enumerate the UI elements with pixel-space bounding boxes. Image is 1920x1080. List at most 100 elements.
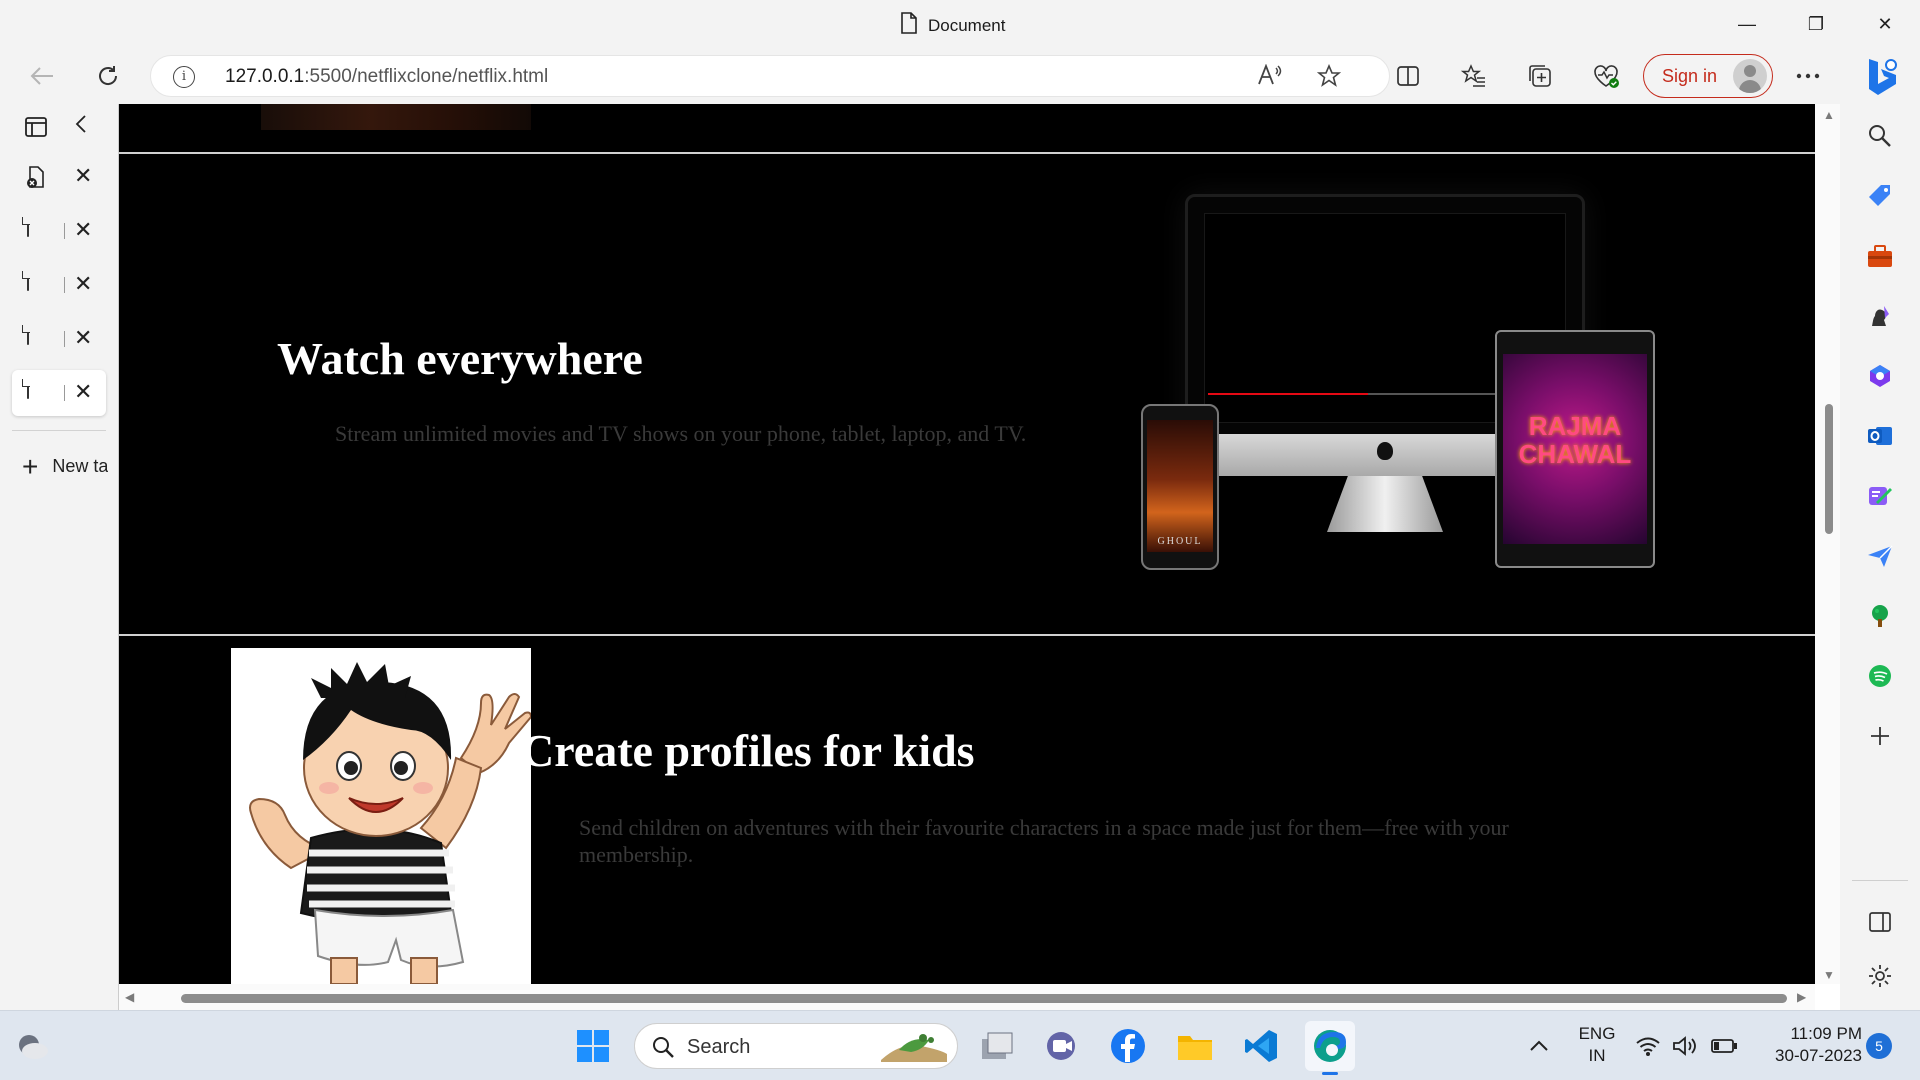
scroll-left-arrow-icon[interactable]: ◀ bbox=[125, 990, 134, 1004]
send-paper-plane-icon[interactable] bbox=[1858, 534, 1902, 578]
tab-actions-icon[interactable] bbox=[24, 115, 48, 139]
url-text[interactable]: 127.0.0.1:5500/netflixclone/netflix.html bbox=[225, 66, 548, 88]
tab-item[interactable]: ✕ bbox=[12, 262, 106, 308]
tab-item-active[interactable]: ✕ bbox=[12, 370, 106, 416]
url-path: :5500/netflixclone/netflix.html bbox=[304, 66, 549, 87]
page-icon bbox=[24, 218, 48, 243]
url-bar[interactable]: i 127.0.0.1:5500/netflixclone/netflix.ht… bbox=[150, 55, 1390, 97]
restore-button[interactable]: ❐ bbox=[1793, 8, 1839, 40]
outlook-icon[interactable] bbox=[1858, 414, 1902, 458]
language-line-2: IN bbox=[1588, 1046, 1606, 1065]
more-options-icon[interactable] bbox=[1790, 58, 1826, 94]
close-tab-icon[interactable]: ✕ bbox=[74, 325, 92, 351]
read-aloud-icon[interactable] bbox=[1257, 63, 1283, 92]
phone-image: GHOUL bbox=[1141, 404, 1219, 570]
browser-essentials-icon[interactable] bbox=[1588, 58, 1624, 94]
start-windows-icon[interactable] bbox=[572, 1025, 614, 1067]
clock[interactable]: 11:09 PM 30-07-2023 bbox=[1752, 1023, 1862, 1067]
section-divider bbox=[119, 634, 1815, 636]
split-screen-icon[interactable] bbox=[1390, 58, 1426, 94]
browser-viewport: Watch everywhere Stream unlimited movies… bbox=[118, 104, 1840, 1010]
file-explorer-icon[interactable] bbox=[1174, 1025, 1216, 1067]
scroll-right-arrow-icon[interactable]: ▶ bbox=[1797, 990, 1806, 1004]
section-text-watch-everywhere: Stream unlimited movies and TV shows on … bbox=[335, 421, 1027, 446]
scroll-down-arrow-icon[interactable]: ▼ bbox=[1823, 968, 1835, 982]
taskbar-search-box[interactable]: Search bbox=[634, 1023, 958, 1069]
sign-in-label: Sign in bbox=[1662, 65, 1718, 86]
bing-copilot-icon[interactable] bbox=[1858, 54, 1904, 100]
progress-fill bbox=[1208, 393, 1368, 395]
settings-gear-icon[interactable] bbox=[1858, 954, 1902, 998]
vertical-scrollbar[interactable]: ▲ ▼ bbox=[1815, 104, 1840, 984]
close-tab-icon[interactable]: ✕ bbox=[74, 271, 92, 297]
show-hidden-icons-chevron-icon[interactable] bbox=[1518, 1025, 1560, 1067]
add-sidebar-app-icon[interactable] bbox=[1858, 714, 1902, 758]
edge-browser-icon[interactable] bbox=[1305, 1021, 1355, 1075]
tab-divider bbox=[12, 430, 106, 431]
vertical-tab-strip: ✕ ✕ ✕ ✕ ✕ + New ta bbox=[0, 104, 118, 1010]
close-tab-icon[interactable]: ✕ bbox=[74, 217, 92, 243]
taskbar-search-label: Search bbox=[687, 1036, 751, 1058]
edge-sidebar bbox=[1840, 104, 1920, 1010]
facebook-icon[interactable] bbox=[1107, 1025, 1149, 1067]
section-title-watch-everywhere: Watch everywhere bbox=[277, 333, 643, 384]
new-tab-label: New ta bbox=[52, 456, 109, 476]
tree-icon[interactable] bbox=[1858, 594, 1902, 638]
tab-actions-row bbox=[12, 104, 106, 150]
language-indicator[interactable]: ENG IN bbox=[1574, 1023, 1620, 1067]
vscode-icon[interactable] bbox=[1240, 1025, 1282, 1067]
tab-item[interactable]: ✕ bbox=[12, 316, 106, 362]
url-host: 127.0.0.1 bbox=[225, 66, 305, 87]
tab-item[interactable]: ✕ bbox=[12, 208, 106, 254]
vertical-scroll-thumb[interactable] bbox=[1825, 404, 1833, 534]
window-title-text: Document bbox=[928, 15, 1006, 35]
tools-briefcase-icon[interactable] bbox=[1858, 234, 1902, 278]
navigation-bar: i 127.0.0.1:5500/netflixclone/netflix.ht… bbox=[0, 50, 1920, 102]
previous-image-remnant bbox=[261, 104, 531, 130]
teams-chat-icon[interactable] bbox=[1040, 1025, 1082, 1067]
title-bar: Document — ❐ ✕ bbox=[0, 0, 1920, 50]
tablet-poster-title: RAJMA CHAWAL bbox=[1518, 411, 1632, 469]
close-tab-icon[interactable]: ✕ bbox=[74, 163, 92, 189]
sign-in-button[interactable]: Sign in bbox=[1643, 54, 1773, 98]
favorites-icon[interactable] bbox=[1456, 58, 1492, 94]
close-window-button[interactable]: ✕ bbox=[1862, 8, 1908, 40]
microsoft-365-icon[interactable] bbox=[1858, 354, 1902, 398]
back-arrow-icon[interactable] bbox=[24, 58, 60, 94]
wifi-icon[interactable] bbox=[1632, 1025, 1664, 1067]
close-tab-icon[interactable]: ✕ bbox=[74, 379, 92, 405]
monitor-stand bbox=[1327, 476, 1443, 532]
site-info-icon[interactable]: i bbox=[173, 66, 195, 88]
minimize-button[interactable]: — bbox=[1724, 8, 1770, 40]
page-icon bbox=[24, 272, 48, 297]
battery-icon[interactable] bbox=[1708, 1025, 1740, 1067]
volume-icon[interactable] bbox=[1670, 1025, 1702, 1067]
weather-widget-icon[interactable] bbox=[12, 1025, 54, 1067]
netflix-clone-page: Watch everywhere Stream unlimited movies… bbox=[119, 104, 1815, 984]
search-icon bbox=[651, 1035, 675, 1064]
collections-icon[interactable] bbox=[1522, 58, 1558, 94]
horizontal-scrollbar[interactable]: ◀ ▶ bbox=[119, 984, 1815, 1010]
clock-date: 30-07-2023 bbox=[1775, 1046, 1862, 1065]
tab-item[interactable]: ✕ bbox=[12, 154, 106, 200]
spotify-icon[interactable] bbox=[1858, 654, 1902, 698]
collapse-tabs-icon[interactable] bbox=[74, 113, 88, 141]
favorite-star-icon[interactable] bbox=[1316, 63, 1342, 94]
new-tab-button[interactable]: + New ta bbox=[22, 452, 109, 480]
search-icon[interactable] bbox=[1858, 114, 1902, 158]
shopping-tag-icon[interactable] bbox=[1858, 174, 1902, 218]
task-view-icon[interactable] bbox=[976, 1025, 1018, 1067]
language-line-1: ENG bbox=[1578, 1024, 1616, 1043]
phone-screen: GHOUL bbox=[1147, 420, 1213, 552]
hide-sidebar-icon[interactable] bbox=[1858, 900, 1902, 944]
horizontal-scroll-thumb[interactable] bbox=[181, 994, 1787, 1003]
designer-icon[interactable] bbox=[1858, 474, 1902, 518]
refresh-icon[interactable] bbox=[90, 58, 126, 94]
scroll-up-arrow-icon[interactable]: ▲ bbox=[1823, 108, 1835, 122]
section-text-kids-profiles: Send children on adventures with their f… bbox=[579, 815, 1509, 867]
sidebar-divider bbox=[1852, 880, 1908, 881]
games-chess-icon[interactable] bbox=[1858, 294, 1902, 338]
notification-badge[interactable]: 5 bbox=[1866, 1033, 1892, 1059]
avatar bbox=[1733, 59, 1767, 93]
tablet-screen: RAJMA CHAWAL bbox=[1503, 354, 1647, 544]
